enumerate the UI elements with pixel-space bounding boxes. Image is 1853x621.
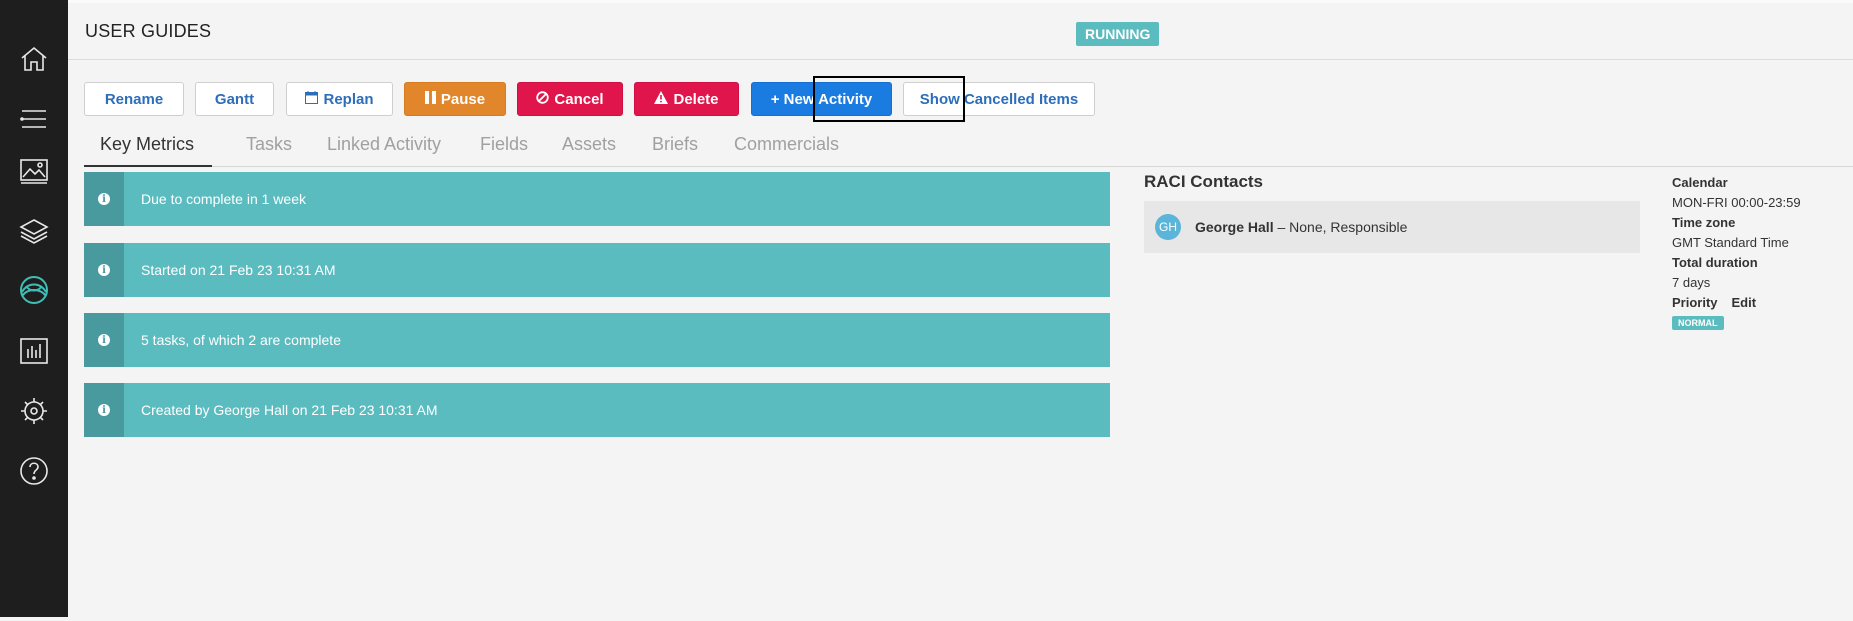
gantt-button[interactable]: Gantt [195,82,274,116]
replan-label: Replan [323,90,374,108]
layers-icon[interactable] [16,213,52,249]
edit-priority-link[interactable]: Edit [1732,295,1757,310]
info-panel: Calendar MON-FRI 00:00-23:59 Time zone G… [1672,173,1801,330]
priority-label: Priority [1672,295,1718,310]
contact-role: – None, Responsible [1273,219,1408,235]
tab-assets[interactable]: Assets [562,134,616,155]
delete-label: Delete [673,90,719,108]
bar-chart-icon[interactable] [16,333,52,369]
tab-bar: Key Metrics Tasks Linked Activity Fields… [84,128,1853,167]
metric-row: i Created by George Hall on 21 Feb 23 10… [84,383,1110,437]
settings-icon[interactable] [16,393,52,429]
timezone-label: Time zone [1672,215,1736,230]
avatar: GH [1155,214,1181,240]
calendar-label: Calendar [1672,175,1728,190]
pause-label: Pause [440,90,486,108]
status-badge: RUNNING [1076,22,1160,46]
raci-title: RACI Contacts [1144,172,1264,191]
active-tab-underline [84,165,212,167]
rename-button[interactable]: Rename [84,82,184,116]
metric-text: Started on 21 Feb 23 10:31 AM [141,262,336,278]
info-icon: i [98,404,110,416]
replan-button[interactable]: Replan [286,82,393,116]
calendar-value: MON-FRI 00:00-23:59 [1672,195,1801,210]
contact-name: George Hall [1195,219,1274,235]
info-icon: i [98,264,110,276]
duration-value: 7 days [1672,275,1711,290]
brand-logo-icon[interactable] [16,272,52,308]
tab-key-metrics[interactable]: Key Metrics [100,134,194,155]
pause-button[interactable]: Pause [404,82,506,116]
pause-icon [424,90,436,108]
list-icon[interactable] [16,101,52,137]
priority-row: Priority Edit [1672,293,1801,313]
page-header: USER GUIDES RUNNING [68,0,1853,60]
help-icon[interactable] [16,453,52,489]
sidebar [0,0,68,617]
duration-label: Total duration [1672,255,1758,270]
main-content: USER GUIDES RUNNING Rename Gantt Replan … [68,0,1853,617]
timezone-value: GMT Standard Time [1672,235,1789,250]
rename-label: Rename [104,90,164,108]
metric-text: Due to complete in 1 week [141,191,306,207]
tab-fields[interactable]: Fields [480,134,528,155]
tab-briefs[interactable]: Briefs [652,134,698,155]
home-icon[interactable] [16,41,52,77]
info-icon: i [98,334,110,346]
metric-text: 5 tasks, of which 2 are complete [141,332,341,348]
metric-row: i 5 tasks, of which 2 are complete [84,313,1110,367]
gantt-label: Gantt [214,90,255,108]
tab-commercials[interactable]: Commercials [734,134,839,155]
calendar-icon [305,90,319,108]
warning-icon [654,90,669,108]
cancel-label: Cancel [554,90,604,108]
tab-tasks[interactable]: Tasks [246,134,292,155]
ban-icon [536,90,550,108]
page-title: USER GUIDES [85,21,212,41]
metric-row: i Due to complete in 1 week [84,172,1110,226]
raci-contact-card: GH George Hall – None, Responsible [1144,201,1640,253]
contact-text: George Hall – None, Responsible [1195,219,1407,235]
cancel-button[interactable]: Cancel [517,82,623,116]
tab-linked-activity[interactable]: Linked Activity [327,134,441,155]
image-icon[interactable] [16,153,52,189]
focus-ring [813,76,965,122]
metric-row: i Started on 21 Feb 23 10:31 AM [84,243,1110,297]
delete-button[interactable]: Delete [634,82,739,116]
info-icon: i [98,193,110,205]
priority-badge: NORMAL [1672,316,1724,330]
metric-text: Created by George Hall on 21 Feb 23 10:3… [141,402,438,418]
